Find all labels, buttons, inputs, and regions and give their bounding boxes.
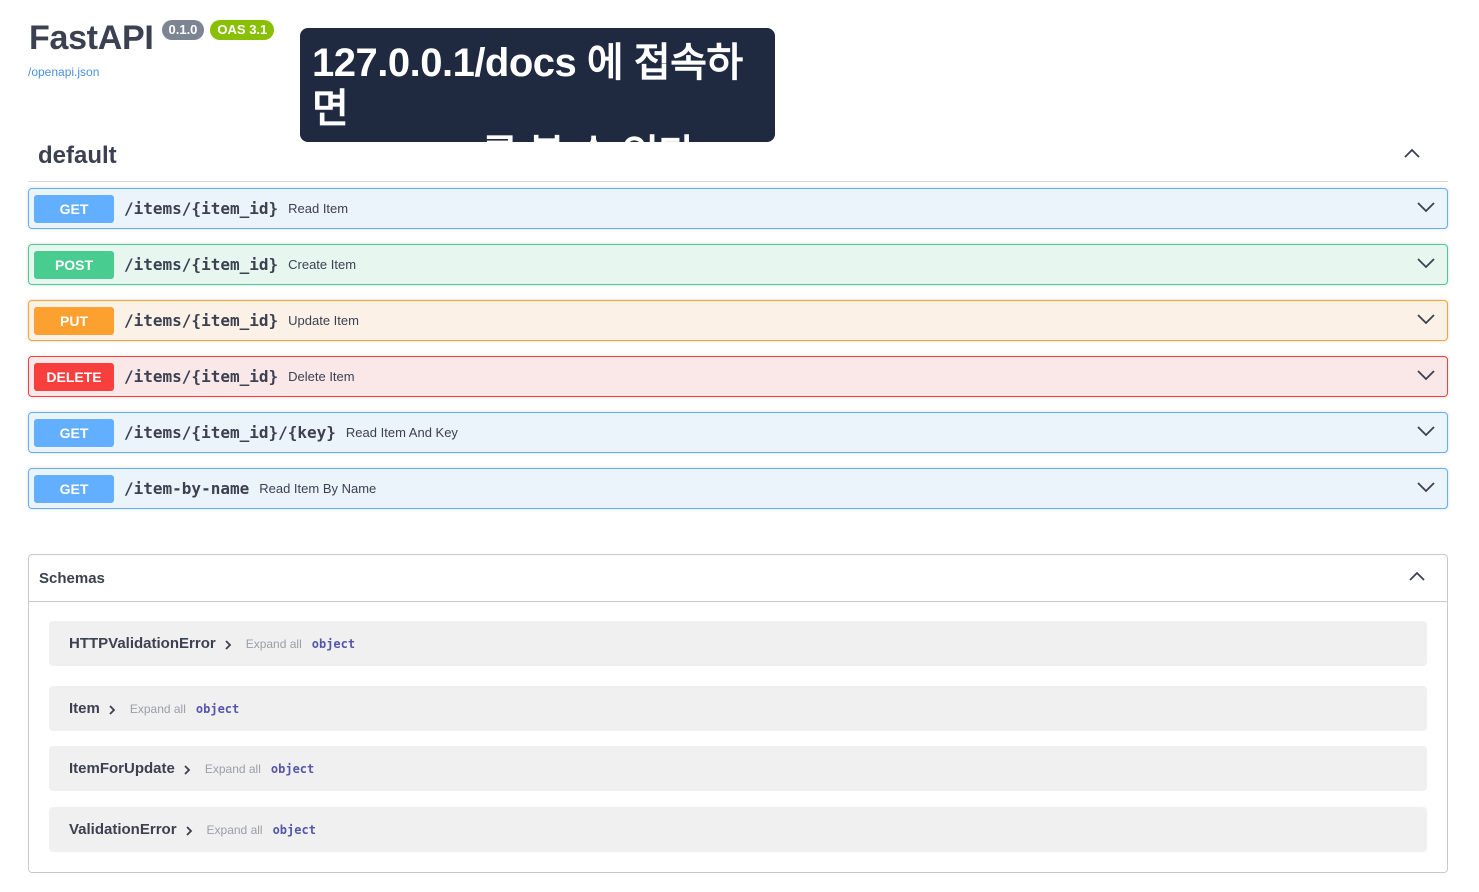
chevron-down-icon[interactable] — [1417, 426, 1435, 437]
app-title: FastAPI — [29, 19, 154, 57]
chevron-down-icon[interactable] — [1417, 370, 1435, 381]
operation-summary: Read Item — [288, 201, 349, 216]
version-badge: 0.1.0 — [161, 20, 205, 40]
method-badge: GET — [34, 194, 114, 223]
operation-summary: Read Item By Name — [259, 481, 377, 496]
operation-summary: Read Item And Key — [345, 425, 458, 440]
annotation-line-1: 127.0.0.1/docs 에 접속하면 — [312, 41, 743, 131]
operation-summary: Update Item — [288, 313, 359, 328]
model-name: ItemForUpdate — [69, 760, 175, 777]
model-validationerror[interactable]: ValidationError Expand all object — [49, 807, 1427, 852]
oas-version-badge: OAS 3.1 — [210, 20, 275, 40]
schemas-section: Schemas HTTPValidationError Expand all o… — [28, 554, 1448, 873]
operation-put-update-item[interactable]: PUT /items/{item_id} Update Item — [28, 300, 1448, 341]
chevron-up-icon[interactable] — [1409, 571, 1425, 581]
model-httpvalidationerror[interactable]: HTTPValidationError Expand all object — [49, 621, 1427, 666]
api-info-header: FastAPI 0.1.0 OAS 3.1 — [29, 16, 275, 60]
chevron-down-icon[interactable] — [1417, 482, 1435, 493]
operation-summary: Create Item — [288, 257, 357, 272]
operation-post-create-item[interactable]: POST /items/{item_id} Create Item — [28, 244, 1448, 285]
operation-summary: Delete Item — [288, 369, 355, 384]
operation-path: /items/{item_id} — [124, 255, 279, 274]
schemas-header[interactable]: Schemas — [29, 555, 1447, 602]
model-name: Item — [69, 700, 100, 717]
model-type: object — [195, 701, 240, 716]
chevron-down-icon[interactable] — [1417, 258, 1435, 269]
method-badge: PUT — [34, 306, 114, 335]
operation-path: /item-by-name — [124, 479, 250, 498]
operation-delete-item[interactable]: DELETE /items/{item_id} Delete Item — [28, 356, 1448, 397]
expand-all-link[interactable]: Expand all — [130, 702, 186, 716]
chevron-right-icon[interactable] — [108, 704, 116, 716]
operation-get-read-item[interactable]: GET /items/{item_id} Read Item — [28, 188, 1448, 229]
chevron-right-icon[interactable] — [224, 639, 232, 651]
expand-all-link[interactable]: Expand all — [207, 823, 263, 837]
operation-get-read-item-by-name[interactable]: GET /item-by-name Read Item By Name — [28, 468, 1448, 509]
model-type: object — [270, 761, 315, 776]
method-badge: GET — [34, 418, 114, 447]
expand-all-link[interactable]: Expand all — [246, 637, 302, 651]
model-itemforupdate[interactable]: ItemForUpdate Expand all object — [49, 746, 1427, 791]
operation-path: /items/{item_id} — [124, 367, 279, 386]
method-badge: DELETE — [34, 362, 114, 391]
chevron-down-icon[interactable] — [1417, 202, 1435, 213]
chevron-right-icon[interactable] — [183, 764, 191, 776]
model-name: HTTPValidationError — [69, 635, 216, 652]
tag-title: default — [38, 141, 117, 169]
operation-path: /items/{item_id} — [124, 199, 279, 218]
model-item[interactable]: Item Expand all object — [49, 686, 1427, 731]
method-badge: POST — [34, 250, 114, 279]
expand-all-link[interactable]: Expand all — [205, 762, 261, 776]
method-badge: GET — [34, 474, 114, 503]
model-name: ValidationError — [69, 821, 177, 838]
chevron-right-icon[interactable] — [185, 825, 193, 837]
schemas-title: Schemas — [39, 569, 105, 587]
annotation-callout: 127.0.0.1/docs 에 접속하면 swagger 를 볼 수 있다. — [300, 28, 775, 177]
operation-path: /items/{item_id}/{key} — [124, 423, 336, 442]
openapi-json-link[interactable]: /openapi.json — [28, 65, 99, 79]
operation-get-read-item-and-key[interactable]: GET /items/{item_id}/{key} Read Item And… — [28, 412, 1448, 453]
chevron-up-icon[interactable] — [1404, 148, 1420, 158]
annotation-line-2: swagger 를 볼 수 있다. — [312, 133, 706, 177]
chevron-down-icon[interactable] — [1417, 314, 1435, 325]
model-type: object — [311, 636, 356, 651]
operation-path: /items/{item_id} — [124, 311, 279, 330]
model-type: object — [272, 822, 316, 837]
